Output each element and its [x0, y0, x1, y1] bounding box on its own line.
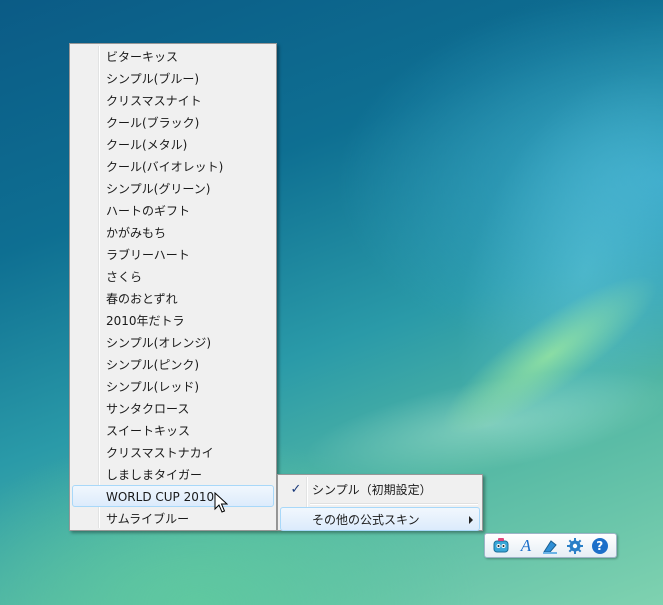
- skin-item-cool-violet[interactable]: クール(バイオレット): [72, 155, 274, 177]
- other-official-skins-item[interactable]: その他の公式スキン: [280, 507, 480, 531]
- gadget-toolbar: A ?: [484, 533, 617, 558]
- skin-item-striped-tiger[interactable]: しましまタイガー: [72, 463, 274, 485]
- help-icon: ?: [591, 537, 608, 554]
- skin-button[interactable]: [491, 536, 511, 556]
- checkmark-icon: ✓: [290, 482, 302, 497]
- skin-menu: ✓ シンプル（初期設定） その他の公式スキン: [277, 474, 483, 531]
- skin-item-spring[interactable]: 春のおとずれ: [72, 287, 274, 309]
- skin-item-sweet-kiss[interactable]: スイートキッス: [72, 419, 274, 441]
- skin-item-2010-tiger[interactable]: 2010年だトラ: [72, 309, 274, 331]
- skin-submenu: ビターキッス シンプル(ブルー) クリスマスナイト クール(ブラック) クール(…: [69, 43, 277, 531]
- skin-item-simple-orange[interactable]: シンプル(オレンジ): [72, 331, 274, 353]
- skin-item-santa-claus[interactable]: サンタクロース: [72, 397, 274, 419]
- wallpaper-glow: [423, 251, 663, 459]
- mouse-cursor-icon: [214, 492, 228, 513]
- simple-default-label: シンプル（初期設定）: [312, 483, 432, 497]
- skin-item-simple-pink[interactable]: シンプル(ピンク): [72, 353, 274, 375]
- font-button[interactable]: A: [516, 536, 536, 556]
- skin-item-heart-gift[interactable]: ハートのギフト: [72, 199, 274, 221]
- skin-item-christmas-reindeer[interactable]: クリスマストナカイ: [72, 441, 274, 463]
- other-official-skins-label: その他の公式スキン: [312, 513, 420, 527]
- wallpaper-glow: [405, 33, 663, 507]
- settings-button[interactable]: [565, 536, 585, 556]
- skin-item-christmas-night[interactable]: クリスマスナイト: [72, 89, 274, 111]
- skin-item-sakura[interactable]: さくら: [72, 265, 274, 287]
- font-icon: A: [520, 535, 532, 555]
- eraser-button[interactable]: [540, 536, 560, 556]
- skin-item-simple-green[interactable]: シンプル(グリーン): [72, 177, 274, 199]
- skin-item-simple-red[interactable]: シンプル(レッド): [72, 375, 274, 397]
- submenu-arrow-icon: [469, 516, 473, 524]
- skin-item-kagami-mochi[interactable]: かがみもち: [72, 221, 274, 243]
- menu-separator: [310, 503, 478, 505]
- skin-item-cool-black[interactable]: クール(ブラック): [72, 111, 274, 133]
- simple-default-skin-item[interactable]: ✓ シンプル（初期設定）: [280, 477, 480, 501]
- skin-item-lovely-heart[interactable]: ラブリーハート: [72, 243, 274, 265]
- robot-icon: [493, 537, 509, 552]
- skin-item-simple-blue[interactable]: シンプル(ブルー): [72, 67, 274, 89]
- eraser-icon: [543, 539, 558, 554]
- help-button[interactable]: ?: [590, 536, 610, 556]
- gear-icon: [567, 537, 584, 554]
- skin-item-bitter-kiss[interactable]: ビターキッス: [72, 45, 274, 67]
- skin-item-samurai-blue[interactable]: サムライブルー: [72, 507, 274, 529]
- skin-item-cool-metal[interactable]: クール(メタル): [72, 133, 274, 155]
- skin-item-world-cup-2010[interactable]: WORLD CUP 2010: [72, 485, 274, 507]
